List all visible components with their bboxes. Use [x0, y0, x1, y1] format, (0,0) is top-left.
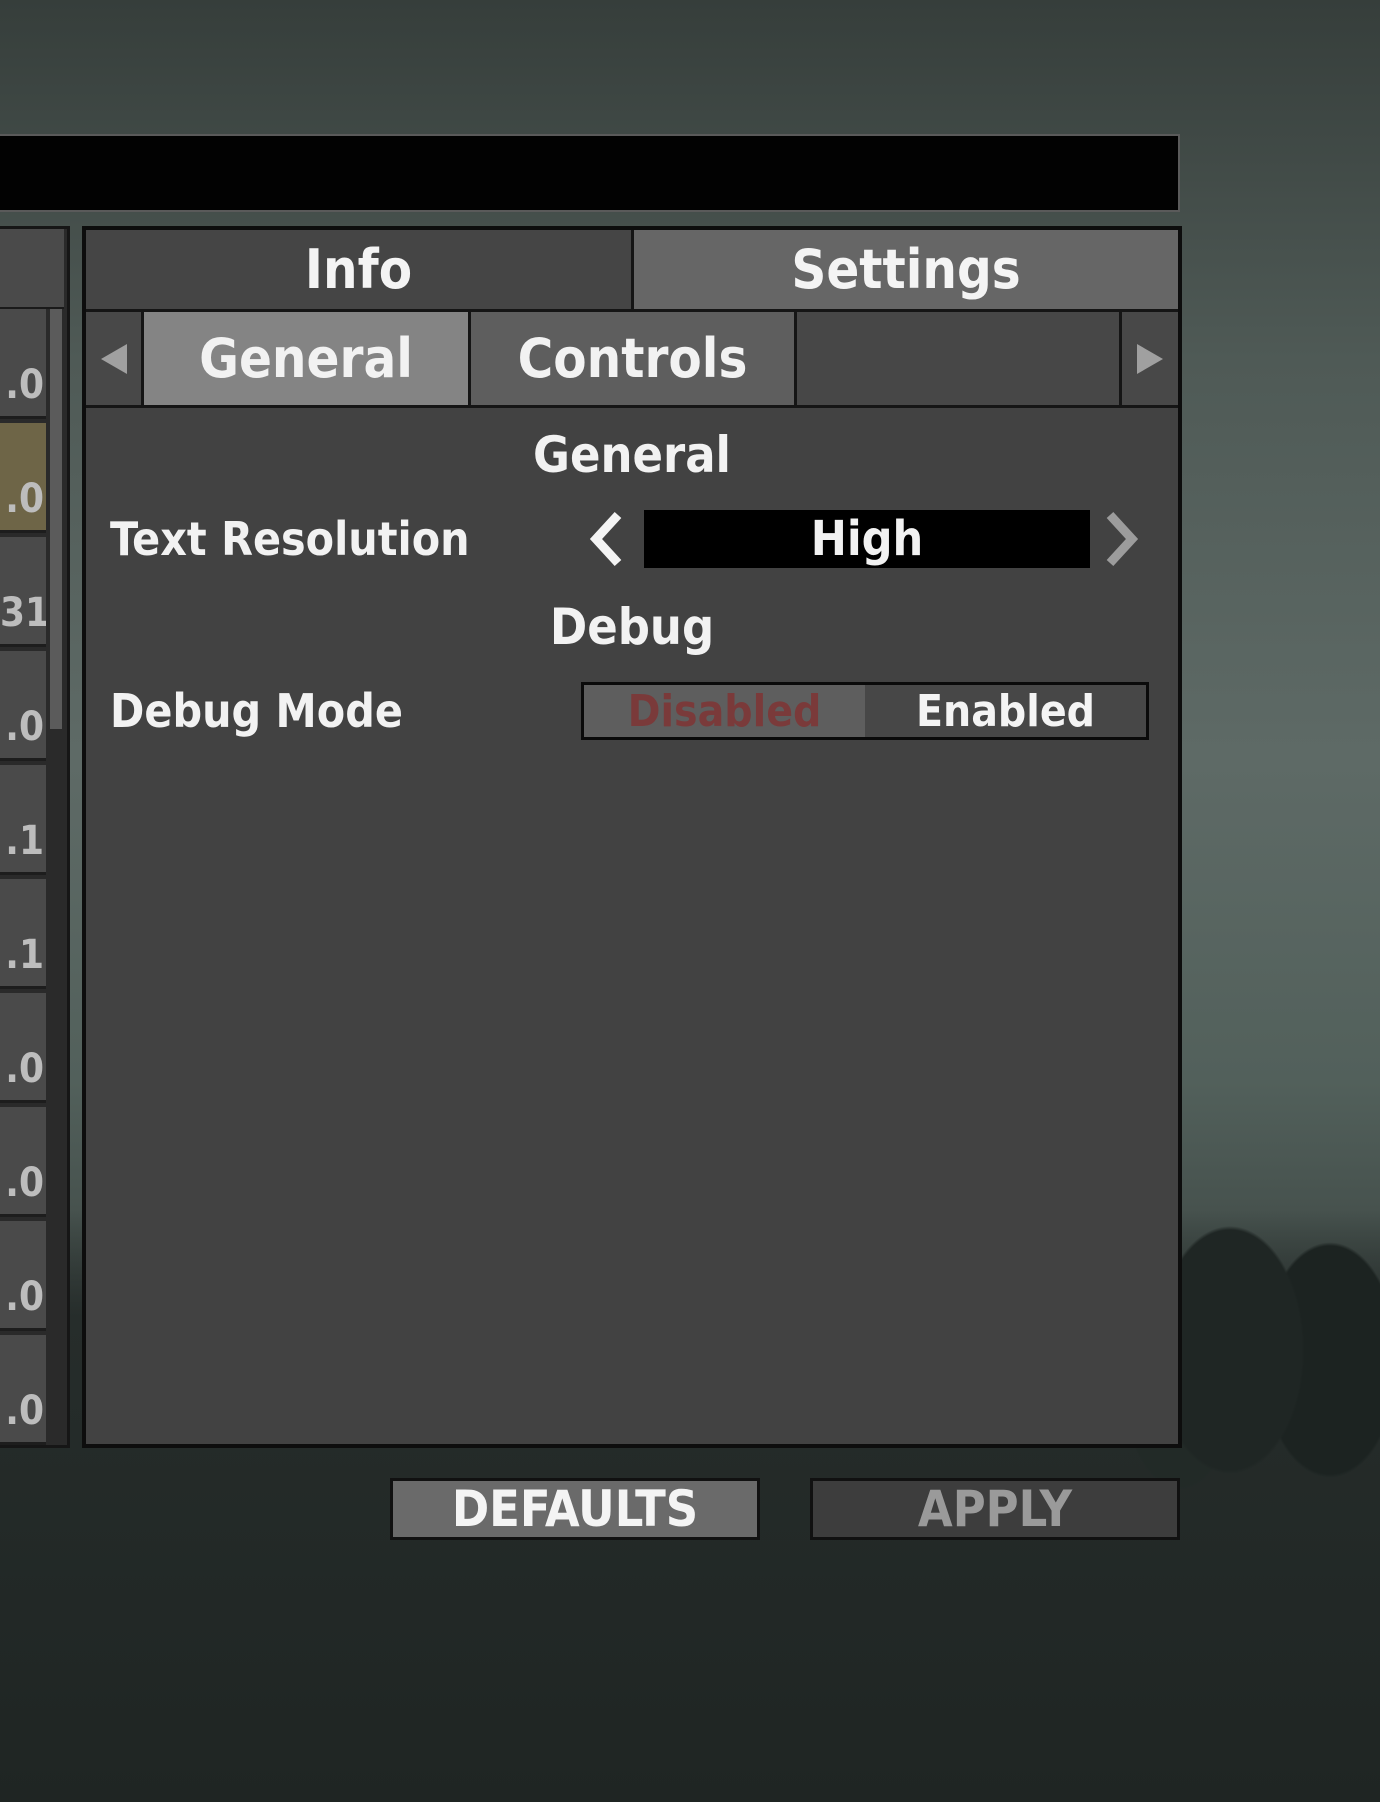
list-item[interactable]: .0 [0, 423, 46, 533]
text-resolution-value: High [644, 510, 1090, 568]
section-title-debug: Debug [549, 598, 715, 656]
defaults-button[interactable]: DEFAULTS [390, 1478, 760, 1540]
text-resolution-next-button[interactable] [1102, 509, 1142, 569]
debug-mode-option-disabled[interactable]: Disabled [584, 685, 865, 737]
subtab-next-button[interactable] [1122, 312, 1178, 408]
debug-mode-toggle: Disabled Enabled [581, 682, 1149, 740]
title-bar [0, 134, 1180, 212]
debug-mode-option-enabled[interactable]: Enabled [865, 685, 1146, 737]
defaults-button-label: DEFAULTS [451, 1480, 699, 1538]
debug-mode-label: Debug Mode [110, 684, 403, 738]
list-item[interactable]: .0 [0, 651, 46, 761]
chevron-left-icon [589, 511, 622, 567]
left-list-header [0, 229, 64, 309]
list-item[interactable]: .1 [0, 879, 46, 989]
tab-settings-label: Settings [791, 238, 1021, 301]
list-item[interactable]: .0 [0, 993, 46, 1103]
list-item[interactable]: .0 [0, 1335, 46, 1445]
subtab-empty[interactable] [797, 312, 1122, 408]
text-resolution-prev-button[interactable] [586, 509, 626, 569]
subtab-prev-button[interactable] [86, 312, 144, 408]
debug-mode-option-disabled-label: Disabled [627, 685, 822, 737]
left-list-panel: .0 .0 31 .0 .1 .1 .0 .0 .0 .0 [0, 226, 70, 1448]
debug-mode-option-enabled-label: Enabled [915, 685, 1096, 737]
left-list-scrollbar[interactable] [50, 309, 62, 729]
list-item[interactable]: .0 [0, 1221, 46, 1331]
tab-settings[interactable]: Settings [634, 230, 1178, 312]
subtab-general-label: General [199, 327, 413, 390]
list-item[interactable]: .0 [0, 309, 46, 419]
triangle-left-icon [100, 343, 127, 374]
tab-info-label: Info [304, 238, 413, 301]
subtab-controls[interactable]: Controls [471, 312, 797, 408]
apply-button[interactable]: APPLY [810, 1478, 1180, 1540]
triangle-right-icon [1137, 343, 1163, 374]
text-resolution-value-text: High [810, 511, 924, 567]
list-item[interactable]: .1 [0, 765, 46, 875]
text-resolution-label: Text Resolution [110, 512, 470, 566]
list-item[interactable]: 31 [0, 537, 46, 647]
chevron-right-icon [1106, 511, 1139, 567]
tab-info[interactable]: Info [86, 230, 634, 312]
list-item[interactable]: .0 [0, 1107, 46, 1217]
settings-panel: Info Settings General Controls General T… [82, 226, 1182, 1448]
section-title-general: General [533, 426, 731, 484]
apply-button-label: APPLY [917, 1480, 1073, 1538]
subtab-general[interactable]: General [144, 312, 471, 408]
subtab-controls-label: Controls [517, 327, 748, 390]
